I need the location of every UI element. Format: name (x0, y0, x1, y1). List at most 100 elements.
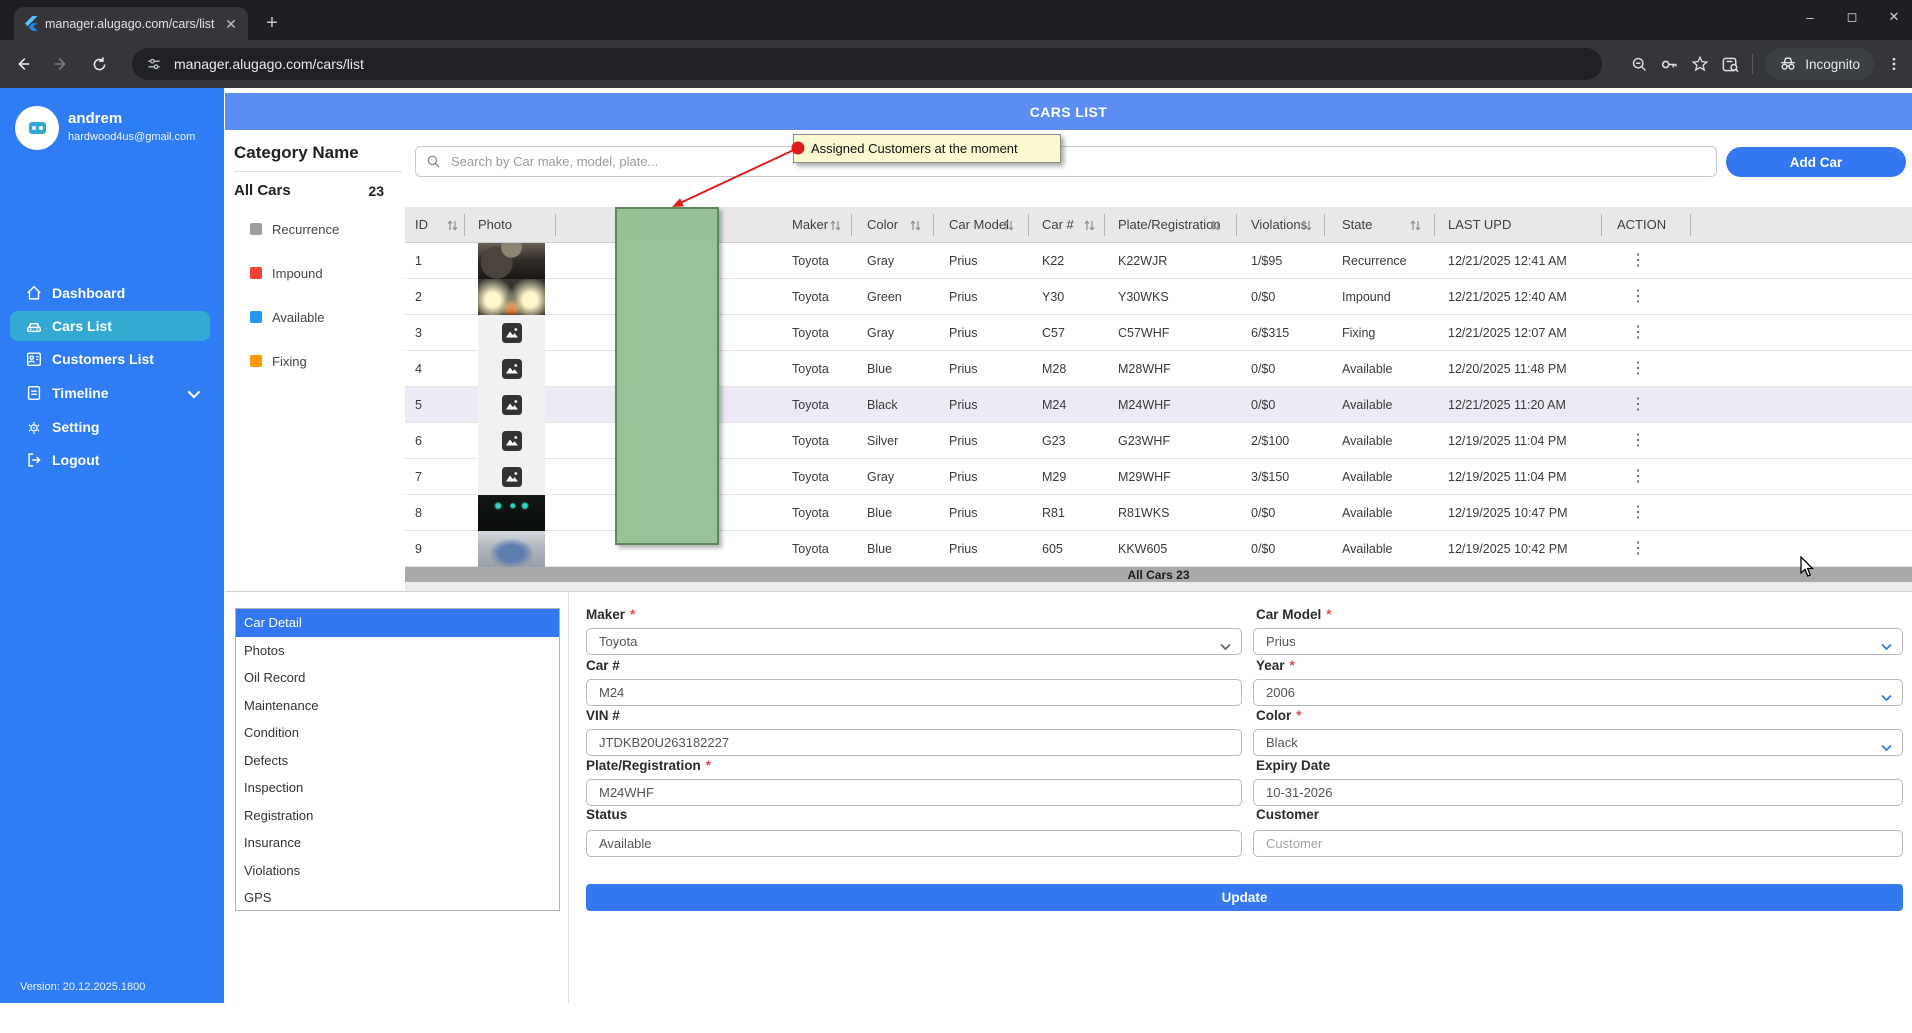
back-button[interactable] (8, 49, 38, 79)
cell-maker: Toyota (792, 495, 829, 531)
detail-tab-defects[interactable]: Defects (236, 747, 559, 775)
maker-select[interactable]: Toyota (586, 628, 1242, 655)
row-actions-menu-icon[interactable]: ⋮ (1630, 279, 1646, 315)
url-bar[interactable]: manager.alugago.com/cars/list (132, 48, 1602, 80)
car-photo[interactable] (478, 495, 545, 531)
sort-icon[interactable] (1210, 219, 1221, 232)
color-select-value: Black (1266, 735, 1298, 750)
sort-icon[interactable] (910, 219, 921, 232)
column-header-model[interactable]: Car Model (949, 207, 1009, 243)
column-divider (1601, 214, 1602, 236)
sort-icon[interactable] (1084, 219, 1095, 232)
window-minimize-icon[interactable]: – (1800, 10, 1820, 25)
column-header-id[interactable]: ID (415, 207, 428, 243)
car-photo[interactable] (478, 279, 545, 315)
category-item-recurrence[interactable]: Recurrence1 (250, 221, 386, 237)
search-box[interactable] (415, 146, 1717, 177)
detail-tab-maintenance[interactable]: Maintenance (236, 692, 559, 720)
new-tab-button[interactable]: + (258, 10, 286, 38)
color-select[interactable]: Black (1253, 729, 1903, 756)
column-header-plate[interactable]: Plate/Registration (1118, 207, 1221, 243)
cell-car_no: M29 (1042, 459, 1066, 495)
photo-placeholder-icon[interactable] (478, 423, 545, 459)
detail-tab-insurance[interactable]: Insurance (236, 829, 559, 857)
category-item-fixing[interactable]: Fixing2 (250, 353, 386, 369)
photo-placeholder-icon[interactable] (478, 351, 545, 387)
add-car-button[interactable]: Add Car (1726, 147, 1906, 177)
row-actions-menu-icon[interactable]: ⋮ (1630, 351, 1646, 387)
category-item-impound[interactable]: Impound1 (250, 265, 386, 281)
sort-icon[interactable] (1301, 219, 1312, 232)
detail-tab-inspection[interactable]: Inspection (236, 774, 559, 802)
car-photo[interactable] (478, 243, 545, 279)
avatar[interactable] (15, 106, 59, 150)
detail-tab-violations[interactable]: Violations (236, 857, 559, 885)
tab-search-icon[interactable] (1721, 55, 1740, 74)
year-select[interactable]: 2006 (1253, 679, 1903, 706)
status-field[interactable]: Available (586, 830, 1242, 857)
detail-tab-registration[interactable]: Registration (236, 802, 559, 830)
zoom-icon[interactable] (1631, 56, 1648, 73)
detail-tab-gps[interactable]: GPS (236, 884, 559, 912)
car-photo[interactable] (478, 531, 545, 567)
search-input[interactable] (451, 154, 1706, 169)
cell-updated: 12/21/2025 12:07 AM (1448, 315, 1567, 351)
sort-icon[interactable] (1410, 219, 1421, 232)
tab-close-icon[interactable]: ✕ (222, 15, 240, 33)
detail-tab-photos[interactable]: Photos (236, 637, 559, 665)
row-actions-menu-icon[interactable]: ⋮ (1630, 423, 1646, 459)
row-actions-menu-icon[interactable]: ⋮ (1630, 459, 1646, 495)
column-header-state[interactable]: State (1342, 207, 1372, 243)
row-actions-menu-icon[interactable]: ⋮ (1630, 531, 1646, 567)
cell-id: 5 (415, 387, 422, 423)
cell-plate: M24WHF (1118, 387, 1171, 423)
sidebar-item-customers-list[interactable]: Customers List (0, 344, 224, 374)
plate-field[interactable]: M24WHF (586, 779, 1242, 806)
sidebar-item-timeline[interactable]: Timeline (0, 378, 224, 408)
sidebar-item-dashboard[interactable]: Dashboard (0, 278, 224, 308)
site-settings-icon[interactable] (146, 56, 162, 72)
sidebar-item-logout[interactable]: Logout (0, 445, 224, 475)
column-header-photo[interactable]: Photo (478, 207, 512, 243)
photo-placeholder-icon[interactable] (478, 387, 545, 423)
row-actions-menu-icon[interactable]: ⋮ (1630, 387, 1646, 423)
sidebar-item-cars-list[interactable]: Cars List (0, 311, 224, 341)
column-header-updated[interactable]: LAST UPD (1448, 207, 1511, 243)
cell-updated: 12/21/2025 12:41 AM (1448, 243, 1567, 279)
customer-field[interactable]: Customer (1253, 830, 1903, 857)
car-number-field-label: Car # (586, 658, 620, 674)
screen: manager.alugago.com/cars/list ✕ + – ◻ ✕ … (0, 0, 1912, 1033)
window-close-icon[interactable]: ✕ (1884, 9, 1904, 25)
reload-button[interactable] (84, 49, 114, 79)
column-header-car_no[interactable]: Car # (1042, 207, 1074, 243)
sort-icon[interactable] (1003, 219, 1014, 232)
column-header-color[interactable]: Color (867, 207, 898, 243)
photo-placeholder-icon[interactable] (478, 459, 545, 495)
sidebar-item-setting[interactable]: Setting (0, 412, 224, 442)
browser-menu-icon[interactable] (1886, 56, 1902, 72)
detail-tab-oil-record[interactable]: Oil Record (236, 664, 559, 692)
column-header-action[interactable]: ACTION (1617, 207, 1666, 243)
bookmark-star-icon[interactable] (1691, 55, 1709, 73)
row-actions-menu-icon[interactable]: ⋮ (1630, 495, 1646, 531)
column-header-violations[interactable]: Violations (1251, 207, 1307, 243)
car-model-select[interactable]: Prius (1253, 628, 1903, 655)
row-actions-menu-icon[interactable]: ⋮ (1630, 315, 1646, 351)
detail-tab-condition[interactable]: Condition (236, 719, 559, 747)
row-actions-menu-icon[interactable]: ⋮ (1630, 243, 1646, 279)
category-item-available[interactable]: Available19 (250, 309, 386, 325)
browser-tab[interactable]: manager.alugago.com/cars/list ✕ (14, 7, 248, 40)
window-maximize-icon[interactable]: ◻ (1842, 9, 1862, 25)
password-key-icon[interactable] (1660, 55, 1679, 74)
sort-icon[interactable] (830, 219, 841, 232)
vin-field[interactable]: JTDKB20U263182227 (586, 729, 1242, 756)
year-select-label: Year* (1256, 658, 1295, 674)
photo-placeholder-icon[interactable] (478, 315, 545, 351)
forward-button[interactable] (46, 49, 76, 79)
update-button[interactable]: Update (586, 884, 1903, 911)
expiry-date-field[interactable]: 10-31-2026 (1253, 779, 1903, 806)
detail-tab-car-detail[interactable]: Car Detail (236, 609, 559, 637)
sort-icon[interactable] (447, 219, 458, 232)
horizontal-scrollbar[interactable] (405, 582, 1912, 591)
car-number-field[interactable]: M24 (586, 679, 1242, 706)
